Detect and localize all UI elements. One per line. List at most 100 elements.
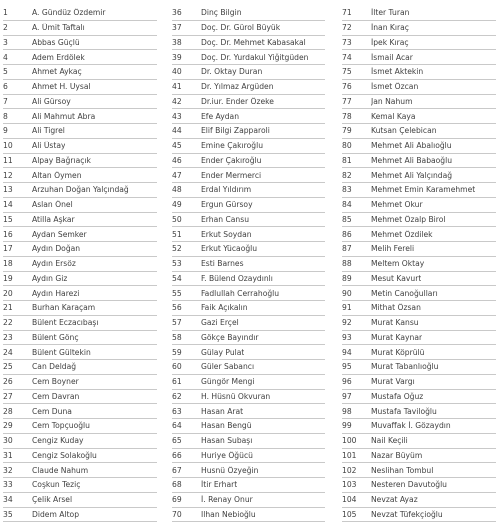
member-number: 17 bbox=[3, 244, 13, 254]
member-row: 39 Doç. Dr. Yurdakul Yiğitgüden bbox=[172, 50, 325, 65]
member-row: 23 Bülent Gönç bbox=[3, 331, 157, 346]
member-row: 7 Ali Gürsoy bbox=[3, 95, 157, 110]
member-number: 91 bbox=[342, 303, 352, 313]
member-name: A. Ümit Taftalı bbox=[32, 23, 85, 33]
member-row: 99 Muvaffak İ. Gözaydın bbox=[342, 419, 496, 434]
member-row: 38 Doç. Dr. Mehmet Kabasakal bbox=[172, 36, 325, 51]
member-name: Doç. Dr. Mehmet Kabasakal bbox=[201, 37, 306, 47]
member-number: 18 bbox=[3, 259, 13, 269]
member-name: Mehmet Özdilek bbox=[371, 229, 433, 239]
member-name: Aydın Ersöz bbox=[32, 259, 76, 269]
member-number: 1 bbox=[3, 8, 8, 18]
member-name: Cem Duna bbox=[32, 406, 72, 416]
member-row: 67 Husnü Özyeğin bbox=[172, 463, 325, 478]
member-number: 78 bbox=[342, 111, 352, 121]
member-number: 80 bbox=[342, 141, 352, 151]
member-row: 70 Ilhan Nebioğlu bbox=[172, 508, 325, 523]
member-row: 59 Gülay Pulat bbox=[172, 345, 325, 360]
member-number: 16 bbox=[3, 229, 13, 239]
member-name: İsmail Acar bbox=[371, 52, 413, 62]
member-name: Ali Üstay bbox=[32, 141, 66, 151]
member-name: Elif Bilgi Zapparoli bbox=[201, 126, 270, 136]
member-number: 30 bbox=[3, 436, 13, 446]
member-name: Mustafa Taviloğlu bbox=[371, 406, 437, 416]
member-row: 28 Cem Duna bbox=[3, 404, 157, 419]
member-row: 64 Hasan Bengü bbox=[172, 419, 325, 434]
member-row: 51 Erkut Soydan bbox=[172, 227, 325, 242]
member-name: Fadlullah Cerrahoğlu bbox=[201, 288, 280, 298]
member-number: 92 bbox=[342, 318, 352, 328]
member-number: 25 bbox=[3, 362, 13, 372]
member-name: Emine Çakıroğlu bbox=[201, 141, 264, 151]
member-row: 31 Cengiz Solakoğlu bbox=[3, 449, 157, 464]
member-number: 105 bbox=[342, 509, 357, 519]
member-number: 20 bbox=[3, 288, 13, 298]
member-number: 77 bbox=[342, 96, 352, 106]
member-row: 88 Meltem Oktay bbox=[342, 257, 496, 272]
member-name: Ender Çakıroğlu bbox=[201, 155, 262, 165]
member-name: Cem Topçuoğlu bbox=[32, 421, 90, 431]
member-number: 59 bbox=[172, 347, 182, 357]
member-row: 89 Mesut Kavurt bbox=[342, 272, 496, 287]
member-name: Esti Barnes bbox=[201, 259, 244, 269]
member-row: 1 A. Gündüz Özdemir bbox=[3, 6, 157, 21]
member-row: 55 Fadlullah Cerrahoğlu bbox=[172, 286, 325, 301]
member-row: 5 Ahmet Aykaç bbox=[3, 65, 157, 80]
member-row: 43 Efe Aydan bbox=[172, 109, 325, 124]
member-name: Aydan Semker bbox=[32, 229, 87, 239]
member-name: Doç. Dr. Gürol Büyük bbox=[201, 23, 281, 33]
member-name: Dr. Yılmaz Argüden bbox=[201, 82, 274, 92]
member-row: 36 Dinç Bilgin bbox=[172, 6, 325, 21]
member-number: 11 bbox=[3, 155, 13, 165]
member-name: Erhan Cansu bbox=[201, 214, 250, 224]
member-number: 8 bbox=[3, 111, 8, 121]
member-number: 65 bbox=[172, 436, 182, 446]
member-number: 81 bbox=[342, 155, 352, 165]
member-name: Erkut Yücaoğlu bbox=[201, 244, 258, 254]
member-number: 84 bbox=[342, 200, 352, 210]
member-name: Adem Erdölek bbox=[32, 52, 85, 62]
member-name: İsmet Özcan bbox=[371, 82, 419, 92]
member-number: 47 bbox=[172, 170, 182, 180]
member-column-1: 1 A. Gündüz Özdemir 2 A. Ümit Taftalı 3 Abbas… bbox=[3, 6, 157, 523]
member-row: 19 Aydın Giz bbox=[3, 272, 157, 287]
member-number: 94 bbox=[342, 347, 352, 357]
member-row: 66 Huriye Öğücü bbox=[172, 449, 325, 464]
member-number: 95 bbox=[342, 362, 352, 372]
member-row: 68 İtir Erhart bbox=[172, 478, 325, 493]
member-row: 57 Gazi Erçel bbox=[172, 316, 325, 331]
member-number: 62 bbox=[172, 391, 182, 401]
member-row: 105 Nevzat Tüfekçioğlu bbox=[342, 508, 496, 523]
member-row: 75 İsmet Aktekin bbox=[342, 65, 496, 80]
member-name: Gülay Pulat bbox=[201, 347, 245, 357]
member-name: Mustafa Oğuz bbox=[371, 391, 424, 401]
member-row: 58 Gökçe Bayındır bbox=[172, 331, 325, 346]
member-number: 73 bbox=[342, 37, 352, 47]
member-row: 12 Altan Öymen bbox=[3, 168, 157, 183]
member-number: 13 bbox=[3, 185, 13, 195]
member-number: 43 bbox=[172, 111, 182, 121]
member-number: 15 bbox=[3, 214, 13, 224]
member-name: Dinç Bilgin bbox=[201, 8, 242, 18]
member-row: 72 İnan Kıraç bbox=[342, 21, 496, 36]
member-number: 66 bbox=[172, 450, 182, 460]
member-name: H. Hüsnü Okvuran bbox=[201, 391, 271, 401]
member-number: 96 bbox=[342, 377, 352, 387]
member-number: 46 bbox=[172, 155, 182, 165]
member-number: 86 bbox=[342, 229, 352, 239]
member-number: 52 bbox=[172, 244, 182, 254]
member-name: A. Gündüz Özdemir bbox=[32, 8, 106, 18]
member-number: 7 bbox=[3, 96, 8, 106]
member-number: 44 bbox=[172, 126, 182, 136]
member-number: 36 bbox=[172, 8, 182, 18]
member-name: İtir Erhart bbox=[201, 480, 238, 490]
member-number: 3 bbox=[3, 37, 8, 47]
member-name: Ilhan Nebioğlu bbox=[201, 509, 256, 519]
member-row: 49 Ergun Gürsoy bbox=[172, 198, 325, 213]
member-row: 104 Nevzat Ayaz bbox=[342, 493, 496, 508]
member-name: Arzuhan Doğan Yalçındağ bbox=[32, 185, 129, 195]
member-name: Cengiz Kuday bbox=[32, 436, 84, 446]
member-number: 58 bbox=[172, 332, 182, 342]
member-name: Jan Nahum bbox=[371, 96, 413, 106]
member-name: Erdal Yıldırım bbox=[201, 185, 252, 195]
